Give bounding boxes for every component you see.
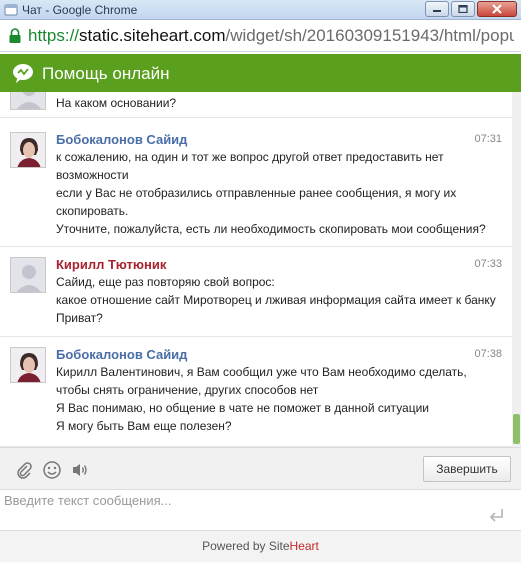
- message-item: Кирилл Тютюник 07:33 Сайид, еще раз повт…: [0, 247, 512, 337]
- message-text: к сожалению, на один и тот же вопрос дру…: [56, 148, 496, 238]
- avatar: [10, 257, 46, 293]
- default-avatar-icon: [11, 258, 45, 292]
- message-line: скопировать.: [56, 204, 129, 218]
- close-icon: [492, 4, 502, 14]
- message-item: На каком основании?: [0, 92, 512, 118]
- avatar: [10, 347, 46, 383]
- message-author: Бобокалонов Сайид: [56, 347, 188, 362]
- chat-logo-icon: [13, 64, 33, 83]
- operator-avatar-icon: [11, 133, 45, 167]
- message-item: Бобокалонов Сайид 07:31 к сожалению, на …: [0, 122, 512, 247]
- url-host: static.siteheart.com: [79, 26, 226, 45]
- message-time: 07:38: [474, 348, 502, 360]
- message-line: возможности: [56, 168, 129, 182]
- message-text: Кирилл Валентинович, я Вам сообщил уже ч…: [56, 363, 496, 435]
- message-line: Я могу быть Вам еще полезен?: [56, 419, 232, 433]
- brand-heart[interactable]: Heart: [290, 539, 319, 553]
- powered-by: Powered by SiteHeart: [0, 531, 521, 562]
- message-line: Я Вас понимаю, но общение в чате не помо…: [56, 401, 430, 415]
- brand-site[interactable]: Site: [269, 539, 290, 553]
- message-line: Уточните, пожалуйста, есть ли необходимо…: [56, 222, 486, 236]
- message-item: Бобокалонов Сайид 07:38 Кирилл Валентино…: [0, 337, 512, 447]
- message-time: 07:33: [474, 258, 502, 270]
- message-time: 07:31: [474, 133, 502, 145]
- message-line: к сожалению, на один и тот же вопрос дру…: [56, 150, 444, 164]
- address-bar[interactable]: https://static.siteheart.com/widget/sh/2…: [0, 20, 521, 52]
- message-author: Кирилл Тютюник: [56, 257, 167, 272]
- chat-title: Помощь онлайн: [42, 64, 170, 83]
- minimize-icon: [433, 10, 441, 12]
- message-line: Сайид, еще раз повторяю свой вопрос:: [56, 275, 275, 289]
- url-scheme: https://: [28, 26, 80, 45]
- powered-by-label: Powered by: [202, 539, 269, 553]
- chrome-icon: [4, 4, 18, 16]
- window-titlebar: Чат - Google Chrome: [0, 0, 521, 20]
- chat-header: Помощь онлайн: [0, 54, 521, 92]
- window-title: Чат - Google Chrome: [22, 3, 138, 17]
- message-scrollbar[interactable]: [512, 92, 521, 447]
- enter-icon[interactable]: [489, 508, 505, 522]
- message-line: На каком основании?: [56, 96, 177, 110]
- close-button[interactable]: [477, 1, 517, 17]
- maximize-button[interactable]: [451, 1, 475, 17]
- paperclip-icon[interactable]: [14, 460, 34, 480]
- url-text[interactable]: https://static.siteheart.com/widget/sh/2…: [28, 26, 514, 46]
- message-text: На каком основании?: [56, 94, 496, 112]
- message-line: какое отношение сайт Миротворец и лживая…: [56, 293, 496, 307]
- message-text: Сайид, еще раз повторяю свой вопрос: как…: [56, 273, 496, 327]
- window-controls: [425, 1, 517, 17]
- message-list[interactable]: На каком основании? Бобокалонов Сайид 07…: [0, 92, 512, 447]
- url-path: /widget/sh/20160309151943/html/popup.: [225, 26, 514, 45]
- scrollbar-thumb[interactable]: [513, 414, 520, 444]
- operator-avatar-icon: [11, 348, 45, 382]
- smiley-icon[interactable]: [42, 460, 62, 480]
- avatar: [10, 132, 46, 168]
- message-author: Бобокалонов Сайид: [56, 132, 188, 147]
- message-input[interactable]: [2, 491, 482, 529]
- maximize-icon: [458, 5, 468, 13]
- message-line: чтобы снять ограничение, других способов…: [56, 383, 319, 397]
- message-line: если у Вас не отобразились отправленные …: [56, 186, 457, 200]
- lock-icon: [9, 28, 21, 43]
- default-avatar-icon: [11, 92, 45, 109]
- message-line: Кирилл Валентинович, я Вам сообщил уже ч…: [56, 365, 467, 379]
- message-line: Приват?: [56, 311, 103, 325]
- chat-toolbar: Завершить: [0, 447, 521, 489]
- avatar: [10, 92, 46, 110]
- minimize-button[interactable]: [425, 1, 449, 17]
- message-input-area: [0, 489, 521, 531]
- end-chat-button[interactable]: Завершить: [423, 456, 511, 482]
- speaker-icon[interactable]: [70, 460, 90, 480]
